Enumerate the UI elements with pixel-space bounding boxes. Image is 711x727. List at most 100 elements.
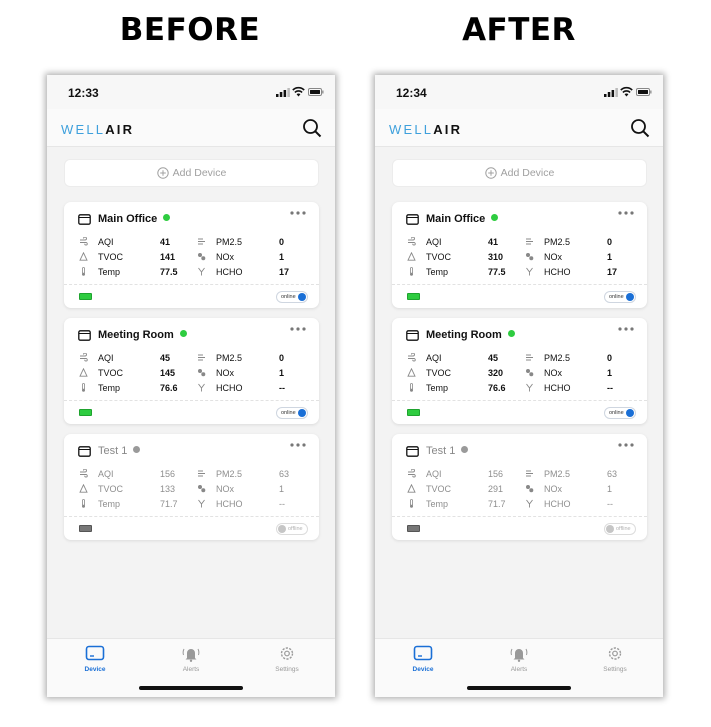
nox-value: 1 xyxy=(279,368,285,378)
aqi-label: AQI xyxy=(426,469,442,479)
card-footer: online xyxy=(392,400,647,424)
tvoc-label: TVOC xyxy=(98,252,124,262)
tvoc-value: 291 xyxy=(488,484,504,494)
card-header: Main Office xyxy=(392,210,647,228)
device-name: Meeting Room xyxy=(98,329,187,341)
online-toggle[interactable]: offline xyxy=(604,523,636,535)
more-icon[interactable] xyxy=(617,210,635,216)
flask-icon xyxy=(198,369,206,377)
add-device-button[interactable]: Add Device xyxy=(392,159,647,187)
device-card-1[interactable]: Main Office AQI 41 PM2.5 0 TVOC 141 NOx … xyxy=(64,202,319,308)
signal-icon xyxy=(604,88,618,97)
online-status-label: online xyxy=(281,410,296,416)
flask-icon xyxy=(198,499,205,508)
tab-device[interactable]: Device xyxy=(55,645,135,675)
bell-icon xyxy=(182,648,200,662)
hcho-label: HCHO xyxy=(544,267,571,277)
nox-value: 1 xyxy=(607,252,613,262)
device-card-2[interactable]: Meeting Room AQI 45 PM2.5 0 TVOC 320 NOx… xyxy=(392,318,647,424)
leaf-icon xyxy=(407,368,416,377)
phone-before: 12:33 WELLAIR Add Device Main Office AQI… xyxy=(47,75,335,697)
battery-badge-icon xyxy=(407,293,420,300)
more-icon[interactable] xyxy=(289,442,307,448)
temp-label: Temp xyxy=(426,267,449,277)
add-device-button[interactable]: Add Device xyxy=(64,159,319,187)
tvoc-value: 133 xyxy=(160,484,176,494)
flask-icon xyxy=(198,253,206,261)
card-header: Meeting Room xyxy=(392,326,647,344)
leaf-icon xyxy=(79,368,88,377)
flask-icon xyxy=(526,369,534,377)
nox-label: NOx xyxy=(216,484,234,494)
tab-alerts[interactable]: Alerts xyxy=(151,645,231,675)
aqi-value: 45 xyxy=(488,353,499,363)
device-name: Test 1 xyxy=(98,445,141,457)
temp-value: 76.6 xyxy=(488,383,506,393)
flask-icon xyxy=(526,485,534,493)
tab-settings[interactable]: Settings xyxy=(575,645,655,675)
online-status-label: online xyxy=(609,294,624,300)
battery-badge-icon xyxy=(407,525,420,532)
nox-label: NOx xyxy=(216,368,234,378)
metrics-row-3: Temp 76.6 HCHO -- xyxy=(64,382,319,396)
nox-value: 1 xyxy=(279,484,285,494)
molecule-icon xyxy=(198,470,205,477)
wind-icon xyxy=(408,469,416,478)
search-icon[interactable] xyxy=(302,118,322,138)
tvoc-value: 310 xyxy=(488,252,504,262)
app-header: WELLAIR xyxy=(375,109,663,147)
aqi-value: 156 xyxy=(160,469,176,479)
monitor-icon xyxy=(78,330,91,341)
more-icon[interactable] xyxy=(289,326,307,332)
card-header: Meeting Room xyxy=(64,326,319,344)
pm25-label: PM2.5 xyxy=(544,237,571,247)
flask-icon xyxy=(198,485,206,493)
search-icon[interactable] xyxy=(630,118,650,138)
after-title: AFTER xyxy=(462,12,576,48)
more-icon[interactable] xyxy=(617,326,635,332)
tab-settings[interactable]: Settings xyxy=(247,645,327,675)
metrics-row-3: Temp 71.7 HCHO -- xyxy=(392,498,647,512)
status-dot xyxy=(179,330,187,337)
online-toggle[interactable]: online xyxy=(604,291,636,303)
battery-icon xyxy=(308,88,324,96)
device-name: Main Office xyxy=(426,213,499,225)
pm25-value: 63 xyxy=(279,469,290,479)
tvoc-value: 145 xyxy=(160,368,176,378)
pm25-label: PM2.5 xyxy=(544,353,571,363)
temp-label: Temp xyxy=(426,383,449,393)
online-toggle[interactable]: offline xyxy=(276,523,308,535)
aqi-value: 41 xyxy=(160,237,171,247)
wifi-icon xyxy=(620,86,633,97)
device-card-3[interactable]: Test 1 AQI 156 PM2.5 63 TVOC 291 NOx 1 T… xyxy=(392,434,647,540)
online-toggle[interactable]: online xyxy=(276,291,308,303)
home-indicator xyxy=(467,686,571,690)
metrics-row-2: TVOC 291 NOx 1 xyxy=(392,483,647,497)
tvoc-label: TVOC xyxy=(426,484,452,494)
monitor-icon xyxy=(406,214,419,225)
metrics-row-2: TVOC 133 NOx 1 xyxy=(64,483,319,497)
online-toggle[interactable]: online xyxy=(276,407,308,419)
flask-icon xyxy=(198,267,205,276)
aqi-label: AQI xyxy=(426,237,442,247)
tab-device[interactable]: Device xyxy=(383,645,463,675)
card-footer: online xyxy=(392,284,647,308)
flask-icon xyxy=(526,253,534,261)
more-icon[interactable] xyxy=(289,210,307,216)
device-card-3[interactable]: Test 1 AQI 156 PM2.5 63 TVOC 133 NOx 1 T… xyxy=(64,434,319,540)
wind-icon xyxy=(408,353,416,362)
thermometer-icon xyxy=(410,267,414,276)
device-card-2[interactable]: Meeting Room AQI 45 PM2.5 0 TVOC 145 NOx… xyxy=(64,318,319,424)
more-icon[interactable] xyxy=(617,442,635,448)
device-card-1[interactable]: Main Office AQI 41 PM2.5 0 TVOC 310 NOx … xyxy=(392,202,647,308)
leaf-icon xyxy=(407,484,416,493)
hcho-label: HCHO xyxy=(216,383,243,393)
battery-badge-icon xyxy=(79,409,92,416)
status-time: 12:33 xyxy=(68,86,99,100)
online-toggle[interactable]: online xyxy=(604,407,636,419)
online-status-label: offline xyxy=(616,526,631,532)
tab-alerts[interactable]: Alerts xyxy=(479,645,559,675)
metrics-row-1: AQI 45 PM2.5 0 xyxy=(392,352,647,366)
aqi-label: AQI xyxy=(98,237,114,247)
molecule-icon xyxy=(198,238,205,245)
